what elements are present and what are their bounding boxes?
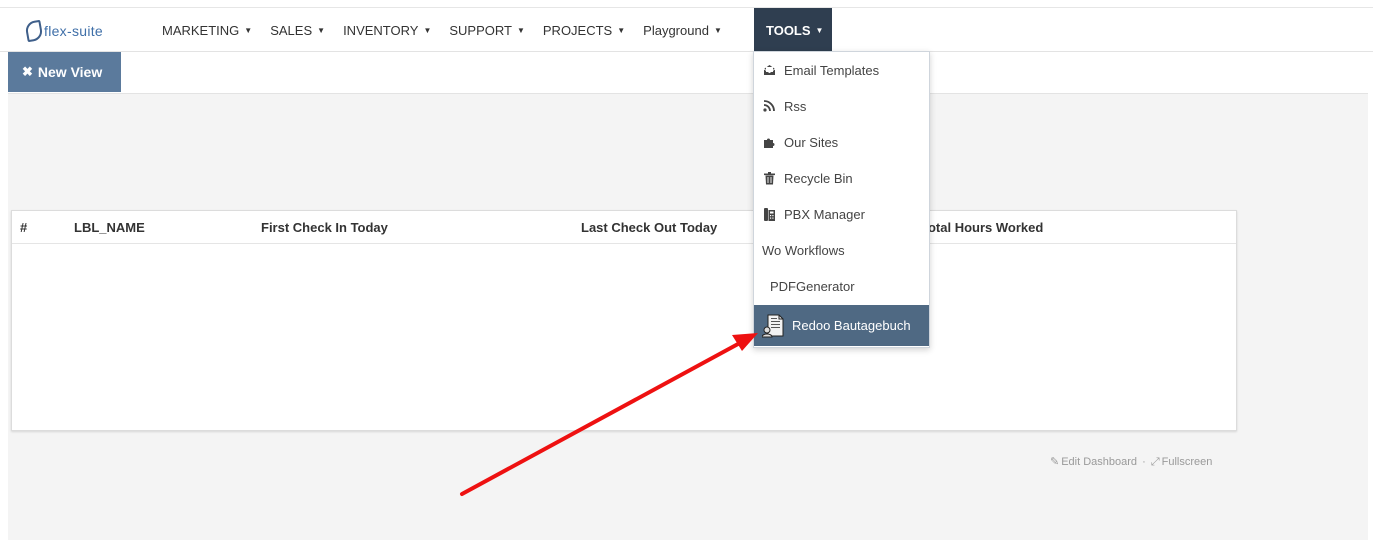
caret-down-icon: ▼ (317, 25, 326, 35)
caret-down-icon: ▼ (423, 25, 432, 35)
page: flex-suite MARKETING ▼ SALES ▼ INVENTORY ▼ … (0, 0, 1373, 540)
menu-item-recycle-bin[interactable]: Recycle Bin (754, 160, 929, 196)
column-header-last-check-out[interactable]: Last Check Out Today (581, 211, 717, 244)
close-icon: ✖ (22, 64, 33, 79)
top-navbar: flex-suite MARKETING ▼ SALES ▼ INVENTORY ▼ … (0, 8, 1373, 52)
link-separator: · (1142, 456, 1146, 468)
menu-item-rss[interactable]: Rss (754, 88, 929, 124)
menu-item-workflows[interactable]: Wo Workflows (754, 232, 929, 268)
menu-item-redoo-bautagebuch[interactable]: Redoo Bautagebuch (754, 305, 929, 346)
column-header-total-hours[interactable]: Total Hours Worked (921, 211, 1043, 244)
expand-icon: ⤢ (1150, 456, 1160, 468)
nav-tools[interactable]: TOOLS ▼ (754, 8, 832, 52)
nav-inventory[interactable]: INVENTORY ▼ (334, 8, 440, 52)
nav-playground[interactable]: Playground ▼ (634, 8, 731, 52)
caret-down-icon: ▼ (244, 25, 253, 35)
fullscreen-link[interactable]: Fullscreen (1162, 456, 1213, 468)
nav-sales[interactable]: SALES ▼ (261, 8, 334, 52)
new-view-button[interactable]: ✖ New View (8, 52, 121, 92)
logo-mark-icon (24, 19, 44, 43)
column-header-first-check-in[interactable]: First Check In Today (261, 211, 388, 244)
rss-icon (762, 99, 776, 113)
main-menu: MARKETING ▼ SALES ▼ INVENTORY ▼ SUPPORT ▼ PR… (153, 8, 832, 52)
checkin-table-widget: # LBL_NAME First Check In Today Last Che… (11, 210, 1237, 431)
menu-item-pdf-generator[interactable]: PDFGenerator (754, 268, 929, 304)
phone-icon (762, 207, 776, 221)
nav-projects[interactable]: PROJECTS ▼ (534, 8, 634, 52)
pencil-icon: ✎ (1050, 456, 1060, 468)
column-header-number[interactable]: # (20, 211, 27, 244)
caret-down-icon: ▼ (713, 25, 722, 35)
menu-item-our-sites[interactable]: Our Sites (754, 124, 929, 160)
caret-down-icon: ▼ (516, 25, 525, 35)
edit-dashboard-link[interactable]: Edit Dashboard (1061, 456, 1137, 468)
menu-item-pbx-manager[interactable]: PBX Manager (754, 196, 929, 232)
column-header-name[interactable]: LBL_NAME (74, 211, 145, 244)
tools-dropdown-menu: Email Templates Rss Our Sites Recycle Bi… (753, 51, 930, 348)
document-person-icon (762, 313, 784, 339)
new-view-label: New View (37, 64, 103, 80)
caret-down-icon: ▼ (617, 25, 626, 35)
puzzle-icon (762, 135, 776, 149)
trash-icon (762, 171, 776, 185)
caret-down-icon: ▼ (815, 25, 824, 35)
table-header: # LBL_NAME First Check In Today Last Che… (12, 211, 1236, 244)
logo-text: flex-suite (44, 23, 104, 39)
dashboard-links: ✎ Edit Dashboard · ⤢ Fullscreen (1050, 455, 1214, 469)
email-template-icon (762, 63, 776, 77)
nav-support[interactable]: SUPPORT ▼ (440, 8, 534, 52)
menu-item-email-templates[interactable]: Email Templates (754, 52, 929, 88)
brand-logo[interactable]: flex-suite (24, 19, 104, 43)
dashboard-tab-bar: ✖ New View (8, 52, 1368, 94)
nav-marketing[interactable]: MARKETING ▼ (153, 8, 261, 52)
